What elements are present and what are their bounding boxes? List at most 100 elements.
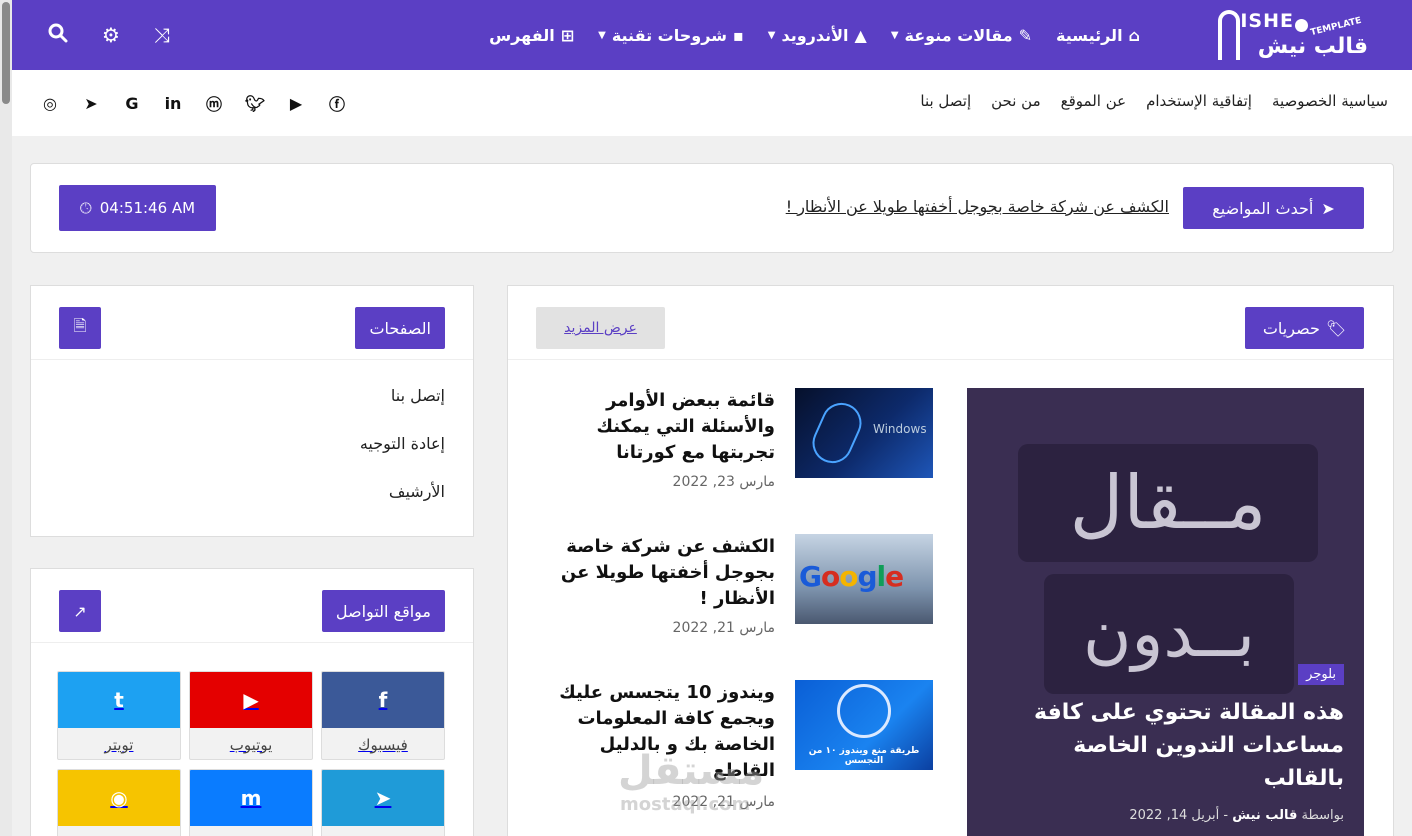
post-date: مارس 23, 2022: [672, 474, 775, 490]
featured-art-line2: بــدون: [1044, 574, 1294, 694]
page-link-archive[interactable]: الأرشيف: [360, 482, 445, 530]
link-about-site[interactable]: عن الموقع: [1061, 92, 1126, 110]
menu-item-articles[interactable]: ✎ مقالات منوعة ▼: [891, 26, 1032, 45]
logo-dot: [1295, 19, 1308, 32]
watermark-ar: مستقل: [618, 748, 765, 794]
featured-art-line1: مــقال: [1018, 444, 1318, 562]
youtube-icon: ▶: [190, 672, 312, 728]
social-card-telegram[interactable]: ➤: [321, 769, 445, 836]
linkedin-icon[interactable]: in: [163, 94, 183, 113]
social-icons-top: ◎ ➤ G in ⓜ 🐦︎ ▶ ⓕ: [40, 70, 347, 136]
social-card-label: [190, 826, 312, 836]
social-card-rss[interactable]: ◉: [57, 769, 181, 836]
post-title[interactable]: قائمة ببعض الأوامر والأسئلة التي يمكنك ت…: [555, 388, 776, 466]
link-contact[interactable]: إتصل بنا: [920, 92, 971, 110]
top-navbar: ISHE TEMPLATE قالب نيش ⌂ الرئيسية ✎ مقال…: [12, 0, 1412, 70]
telegram-icon: ➤: [322, 770, 444, 826]
scrollbar-thumb[interactable]: [2, 2, 10, 104]
view-more-button[interactable]: عرض المزيد: [536, 307, 665, 349]
logo-text-en: ISHE: [1240, 10, 1294, 32]
menu-item-home[interactable]: ⌂ الرئيسية: [1056, 26, 1140, 45]
messenger-icon: m: [190, 770, 312, 826]
thumb-text: Windows: [873, 422, 927, 436]
social-card-twitter[interactable]: t تويتر: [57, 671, 181, 760]
pages-list: إتصل بنا إعادة التوجيه الأرشيف: [360, 386, 445, 530]
featured-meta: بواسطة قالب نيش - أبريل 14, 2022: [1129, 808, 1344, 823]
post-thumbnail[interactable]: Google: [795, 534, 933, 624]
latest-posts-text: أحدث المواضيع: [1212, 198, 1314, 218]
social-widget-title: مواقع التواصل: [321, 590, 445, 632]
menu-item-android[interactable]: ▲ الأندرويد ▼: [768, 26, 867, 45]
menu-item-label: مقالات منوعة: [904, 25, 1013, 45]
menu-item-label: الفهرس: [489, 25, 555, 45]
share-icon: ↗: [59, 590, 101, 632]
latest-posts-label: ➤ أحدث المواضيع: [1183, 187, 1364, 229]
ticker-headline[interactable]: الكشف عن شركة خاصة بجوجل أخفتها طويلا عن…: [786, 197, 1169, 216]
scrollbar[interactable]: [0, 0, 12, 836]
logo-mark: [1218, 10, 1240, 60]
featured-title[interactable]: هذه المقالة تحتوي على كافة مساعدات التدو…: [1014, 696, 1344, 795]
menu-item-label: الرئيسية: [1056, 25, 1123, 45]
thumb-caption: طريقة منع ويندوز ١٠ من التجسس: [808, 746, 920, 766]
edit-icon: ✎: [1018, 25, 1033, 45]
byline-prefix: بواسطة: [1301, 808, 1344, 823]
sitemap-icon: ⊞: [560, 25, 575, 45]
post-thumbnail[interactable]: Windows: [795, 388, 933, 478]
menu-item-label: شروحات تقنية: [611, 25, 727, 45]
twitter-icon[interactable]: 🐦︎: [245, 94, 265, 113]
link-privacy[interactable]: سياسية الخصوصية: [1272, 92, 1388, 110]
facebook-icon[interactable]: ⓕ: [327, 91, 347, 115]
rss-icon[interactable]: ◎: [40, 94, 60, 113]
widget-title: 🏷︎ حصريات: [1245, 307, 1364, 349]
thumb-figure: [806, 396, 868, 470]
clock-time: 04:51:46 AM: [99, 199, 196, 217]
search-icon[interactable]: [48, 23, 68, 48]
rss-icon: ◉: [58, 770, 180, 826]
news-ticker: ➤ أحدث المواضيع الكشف عن شركة خاصة بجوجل…: [30, 163, 1394, 253]
social-card-label: تويتر: [104, 735, 134, 754]
chevron-down-icon: ▼: [890, 29, 899, 41]
chevron-down-icon: ▼: [767, 29, 776, 41]
page-link-contact[interactable]: إتصل بنا: [360, 386, 445, 434]
chevron-down-icon: ▼: [598, 29, 606, 41]
main-menu: ⌂ الرئيسية ✎ مقالات منوعة ▼ ▲ الأندرويد …: [489, 0, 1140, 70]
featured-post[interactable]: مــقال بــدون بلوجر هذه المقالة تحتوي عل…: [967, 388, 1364, 836]
messenger-icon[interactable]: ⓜ: [204, 91, 224, 115]
thumb-windows-logo: [837, 684, 891, 738]
social-card-youtube[interactable]: ▶ يوتيوب: [189, 671, 313, 760]
android-icon: ▲: [854, 25, 867, 45]
post-item[interactable]: Windows قائمة ببعض الأوامر والأسئلة التي…: [533, 388, 933, 518]
sticky-note-icon: ▪: [732, 25, 744, 45]
post-title[interactable]: الكشف عن شركة خاصة بجوجل أخفتها طويلا عن…: [555, 534, 775, 612]
author-name[interactable]: قالب نيش: [1232, 808, 1297, 823]
site-logo[interactable]: ISHE TEMPLATE قالب نيش: [1208, 6, 1368, 64]
menu-item-label: الأندرويد: [781, 25, 849, 45]
watermark-en: mostaql.com: [620, 794, 751, 815]
social-card-facebook[interactable]: f فيسبوك: [321, 671, 445, 760]
youtube-icon[interactable]: ▶: [286, 94, 306, 113]
google-icon[interactable]: G: [122, 94, 142, 113]
widget-header: 🏷︎ حصريات عرض المزيد: [508, 286, 1393, 360]
telegram-icon[interactable]: ➤: [81, 94, 101, 113]
link-terms[interactable]: إتفاقية الإستخدام: [1146, 92, 1252, 110]
tag-icon: 🏷︎: [1325, 318, 1347, 338]
pages-widget: الصفحات 🗎︎ إتصل بنا إعادة التوجيه الأرشي…: [30, 285, 474, 537]
file-icon: 🗎︎: [59, 307, 101, 349]
post-thumbnail[interactable]: طريقة منع ويندوز ١٠ من التجسس: [795, 680, 933, 770]
link-about-us[interactable]: من نحن: [991, 92, 1041, 110]
shuffle-icon[interactable]: ⤨: [154, 23, 170, 47]
thumb-text: Google: [799, 560, 904, 593]
meta-separator: -: [1219, 808, 1229, 823]
page-link-redirect[interactable]: إعادة التوجيه: [360, 434, 445, 482]
menu-item-tutorials[interactable]: ▪ شروحات تقنية ▼: [598, 26, 744, 45]
social-widget: مواقع التواصل ↗ f فيسبوك ▶ يوتيوب t تويت…: [30, 568, 474, 836]
menu-item-index[interactable]: ⊞ الفهرس: [489, 26, 574, 45]
category-badge[interactable]: بلوجر: [1298, 664, 1344, 685]
gear-icon[interactable]: ⚙: [102, 23, 120, 47]
post-item[interactable]: Google الكشف عن شركة خاصة بجوجل أخفتها ط…: [533, 534, 933, 664]
social-card-messenger[interactable]: m: [189, 769, 313, 836]
widget-header: الصفحات 🗎︎: [31, 286, 473, 360]
social-card-label: فيسبوك: [358, 735, 408, 754]
paper-plane-icon: ➤: [1321, 198, 1335, 218]
clock-icon: 🕓︎: [79, 199, 92, 217]
